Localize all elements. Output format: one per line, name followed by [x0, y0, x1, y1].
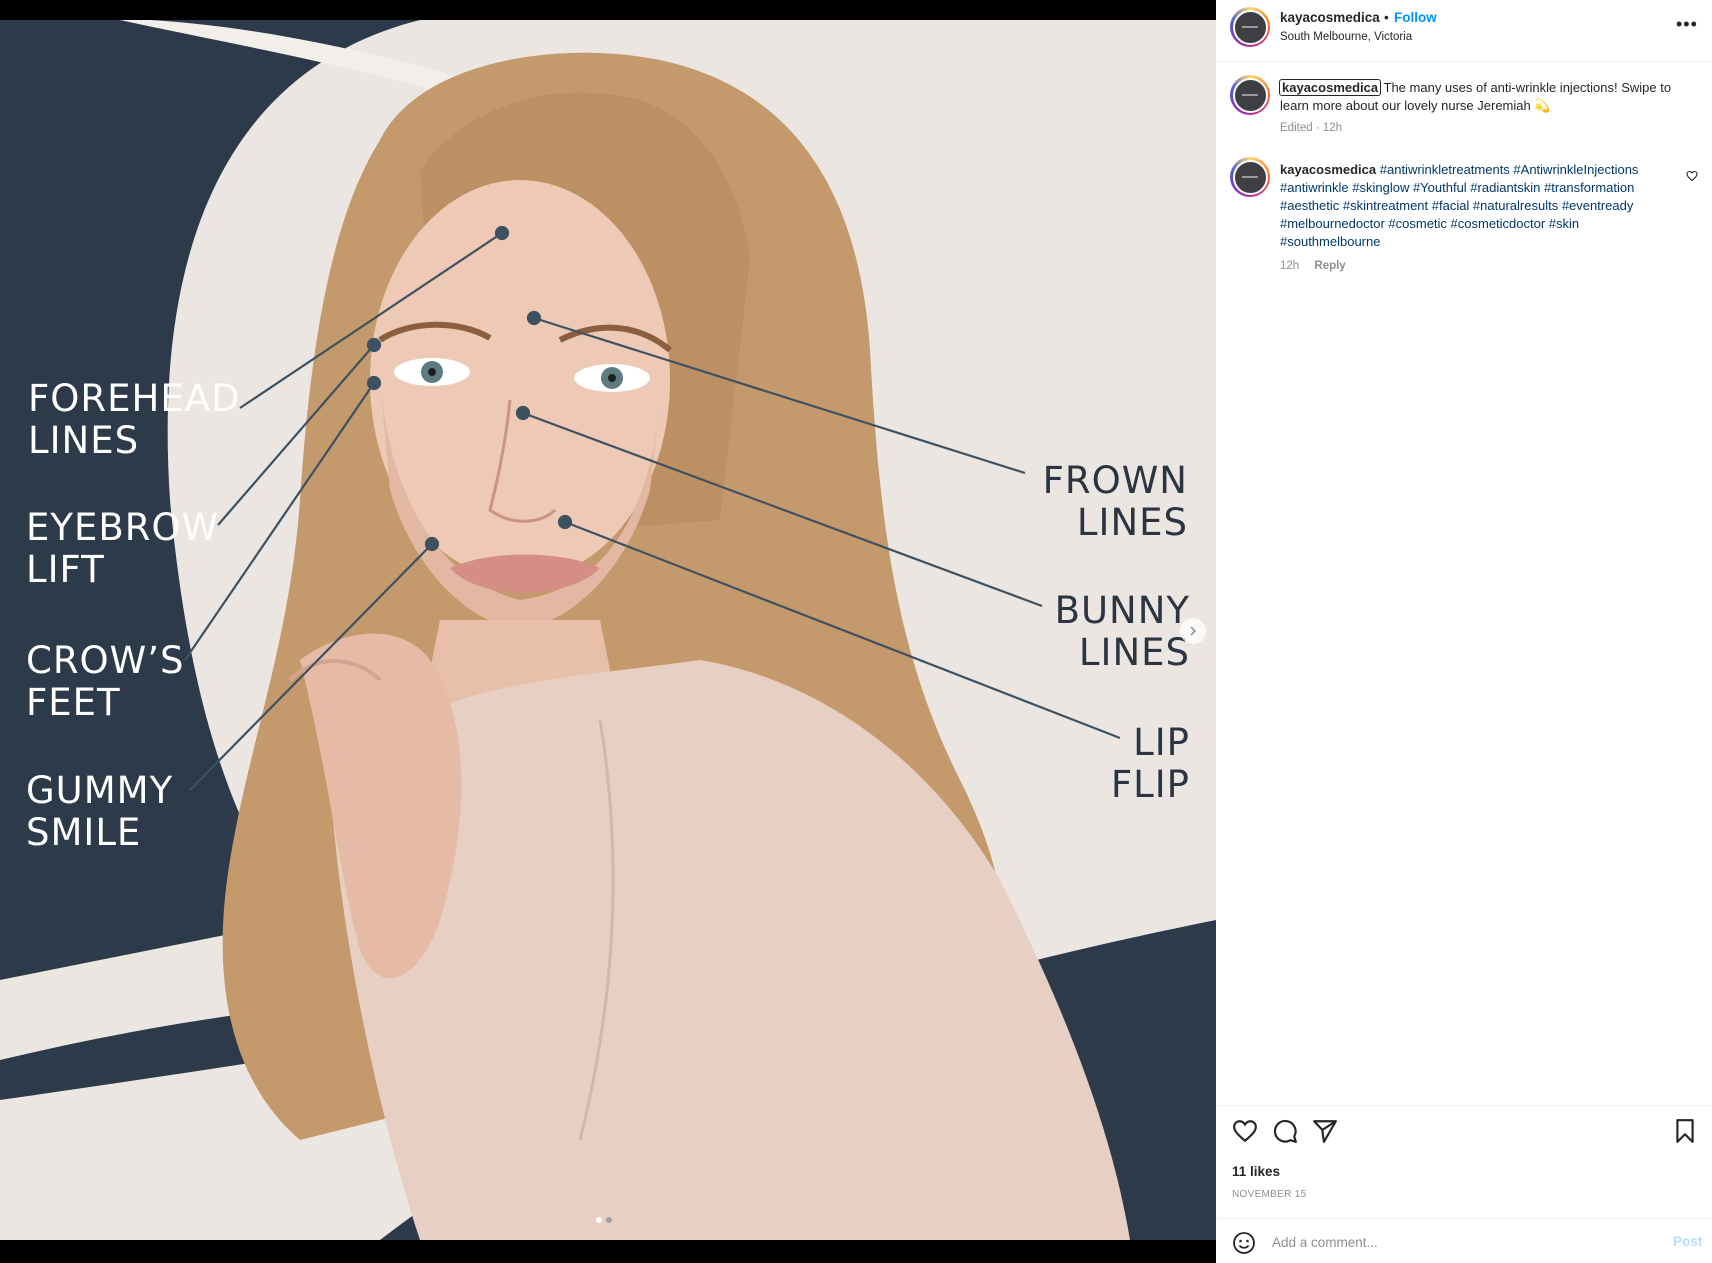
post-media[interactable]: FOREHEAD LINES EYEBROW LIFT CROW’S FEET …	[0, 20, 1216, 1240]
chevron-right-icon	[1190, 626, 1197, 636]
comment-input[interactable]	[1272, 1229, 1632, 1255]
comment-meta: 12h Reply	[1280, 260, 1346, 272]
label-gummy-smile: GUMMY SMILE	[26, 770, 173, 854]
post-date[interactable]: NOVEMBER 15	[1232, 1189, 1306, 1200]
avatar[interactable]	[1230, 7, 1270, 47]
comment-icon[interactable]	[1272, 1118, 1298, 1144]
bookmark-icon[interactable]	[1672, 1118, 1698, 1144]
header-username[interactable]: kayacosmedica	[1280, 10, 1380, 25]
label-line: BUNNY	[1054, 589, 1190, 632]
caption: kayacosmedica The many uses of anti-wrin…	[1278, 79, 1690, 115]
carousel-dot	[606, 1217, 612, 1223]
label-line: CROW’S	[26, 639, 185, 682]
label-forehead-lines: FOREHEAD LINES	[28, 378, 241, 462]
label-line: LINES	[1078, 631, 1190, 674]
emoji-icon[interactable]	[1232, 1231, 1256, 1255]
label-crows-feet: CROW’S FEET	[26, 640, 185, 724]
label-line: FOREHEAD	[28, 377, 241, 420]
label-line: LIFT	[26, 548, 105, 591]
action-bar: 11 likes NOVEMBER 15	[1216, 1105, 1712, 1218]
post-header: kayacosmedica • Follow South Melbourne, …	[1216, 0, 1712, 62]
next-slide-button[interactable]	[1180, 618, 1206, 644]
label-lip-flip: LIP FLIP	[1111, 722, 1190, 806]
carousel-dots	[596, 1217, 612, 1223]
comment-bar: Post	[1216, 1218, 1712, 1263]
label-line: LINES	[28, 419, 140, 462]
label-line: LINES	[1076, 501, 1188, 544]
post-button[interactable]: Post	[1673, 1234, 1702, 1249]
caption-avatar[interactable]	[1230, 75, 1270, 115]
reply-button[interactable]: Reply	[1314, 260, 1345, 272]
more-options-icon[interactable]: •••	[1676, 14, 1698, 35]
comment-like-heart-icon[interactable]	[1686, 170, 1698, 182]
caption-username[interactable]: kayacosmedica	[1278, 79, 1382, 96]
carousel-dot-active	[596, 1217, 602, 1223]
comment-username[interactable]: kayacosmedica	[1280, 162, 1376, 177]
follow-button[interactable]: Follow	[1394, 10, 1437, 25]
label-line: FEET	[26, 681, 121, 724]
share-icon[interactable]	[1312, 1118, 1338, 1144]
post-side-panel: kayacosmedica • Follow South Melbourne, …	[1216, 0, 1712, 1263]
comment-time: 12h	[1280, 260, 1300, 272]
label-frown-lines: FROWN LINES	[1043, 460, 1188, 544]
header-location[interactable]: South Melbourne, Victoria	[1280, 31, 1412, 43]
label-line: LIP	[1133, 721, 1190, 764]
label-line: FROWN	[1042, 459, 1188, 502]
header-separator: •	[1384, 10, 1389, 25]
label-eyebrow-lift: EYEBROW LIFT	[26, 507, 219, 591]
label-line: EYEBROW	[26, 506, 220, 549]
label-bunny-lines: BUNNY LINES	[1055, 590, 1190, 674]
heart-icon[interactable]	[1232, 1118, 1258, 1144]
comment-avatar[interactable]	[1230, 157, 1270, 197]
label-line: FLIP	[1110, 763, 1190, 806]
label-line: SMILE	[26, 811, 142, 854]
likes-count[interactable]: 11 likes	[1232, 1164, 1280, 1179]
comment: kayacosmedica #antiwrinkletreatments #An…	[1280, 161, 1680, 251]
post-image	[0, 20, 1216, 1240]
label-line: GUMMY	[26, 769, 174, 812]
caption-meta: Edited · 12h	[1280, 122, 1343, 134]
